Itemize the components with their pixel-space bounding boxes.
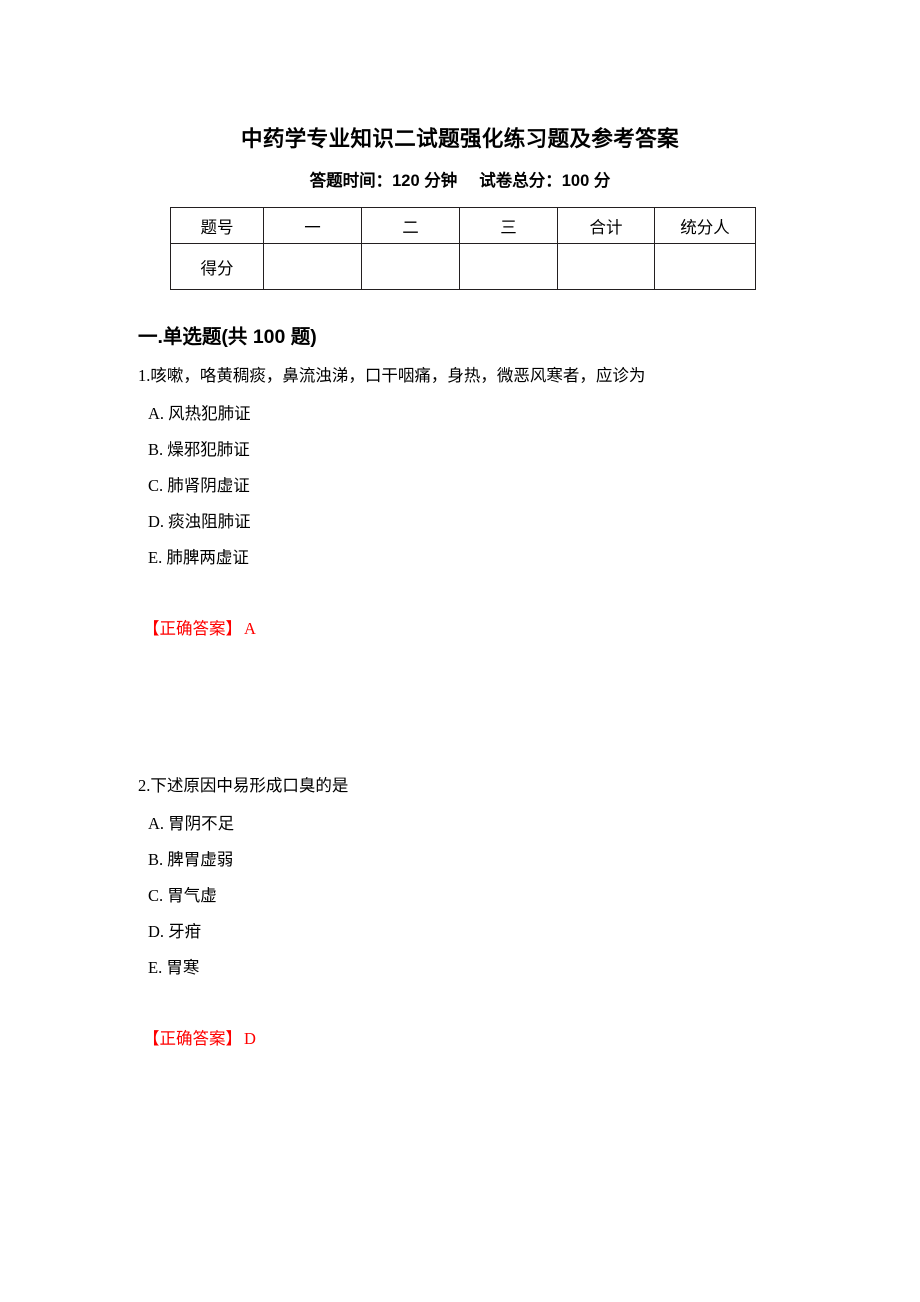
table-header-cell: 三 [458,207,558,244]
table-row-header: 题号 一 二 三 合计 统分人 [170,207,757,244]
score-cell[interactable] [262,243,362,290]
correct-answer-label: 【正确答案】 [143,1029,242,1048]
table-row-label: 得分 [170,243,264,290]
question-option-e[interactable]: E. 胃寒 [148,957,199,979]
question-stem: 2.下述原因中易形成口臭的是 [138,776,349,795]
table-header-cell: 合计 [556,207,655,244]
exam-duration: 答题时间：120 分钟 [309,172,458,190]
question-option-a[interactable]: A. 风热犯肺证 [148,403,251,425]
section-heading-single-choice: 一.单选题(共 100 题) [138,326,317,348]
question-option-c[interactable]: C. 肺肾阴虚证 [148,475,250,497]
page-title: 中药学专业知识二试题强化练习题及参考答案 [240,127,679,151]
document-page: 中药学专业知识二试题强化练习题及参考答案 答题时间：120 分钟 试卷总分：100… [0,0,920,1302]
exam-total-score: 试卷总分：100 分 [479,172,611,190]
correct-answer-value: A [244,619,256,638]
correct-answer-label: 【正确答案】 [143,619,242,638]
score-cell[interactable] [556,243,655,290]
table-header-cell: 统分人 [653,207,757,244]
question-option-c[interactable]: C. 胃气虚 [148,885,217,907]
table-header-cell: 二 [360,207,460,244]
score-cell[interactable] [458,243,558,290]
table-row: 得分 [170,243,757,290]
question-option-a[interactable]: A. 胃阴不足 [148,813,234,835]
score-cell[interactable] [653,243,757,290]
exam-meta-line: 答题时间：120 分钟 试卷总分：100 分 [0,167,920,191]
question-option-d[interactable]: D. 牙疳 [148,921,201,943]
question-option-d[interactable]: D. 痰浊阻肺证 [148,511,251,533]
question-block-2: 2.下述原因中易形成口臭的是 A. 胃阴不足 B. 脾胃虚弱 C. 胃气虚 D.… [0,775,920,1065]
correct-answer-value: D [244,1029,256,1048]
question-option-e[interactable]: E. 肺脾两虚证 [148,547,249,569]
table-header-cell: 一 [262,207,362,244]
question-block-1: 1.咳嗽，咯黄稠痰，鼻流浊涕，口干咽痛，身热，微恶风寒者，应诊为 A. 风热犯肺… [0,365,920,655]
correct-answer: 【正确答案】 D [143,1028,256,1050]
correct-answer: 【正确答案】 A [143,618,256,640]
table-header-cell: 题号 [170,207,264,244]
score-table: 题号 一 二 三 合计 统分人 得分 [170,207,757,290]
question-stem: 1.咳嗽，咯黄稠痰，鼻流浊涕，口干咽痛，身热，微恶风寒者，应诊为 [138,366,646,385]
score-cell[interactable] [360,243,460,290]
question-option-b[interactable]: B. 脾胃虚弱 [148,849,233,871]
question-option-b[interactable]: B. 燥邪犯肺证 [148,439,250,461]
